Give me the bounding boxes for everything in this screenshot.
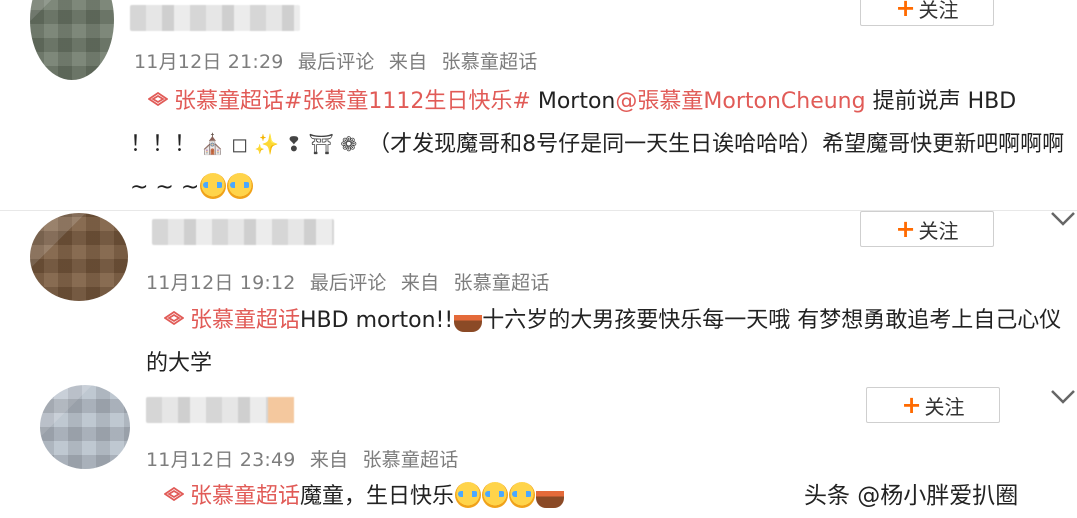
from-label: 来自 xyxy=(309,449,349,471)
follow-label: 关注 xyxy=(918,218,959,243)
plus-icon: + xyxy=(901,391,922,419)
crying-face-icon xyxy=(200,173,227,199)
source-link[interactable]: 张慕童超话 xyxy=(454,272,550,294)
super-topic-tag[interactable]: 张慕童超话#张慕童1112生日快乐# xyxy=(174,89,531,114)
avatar[interactable] xyxy=(30,213,128,301)
comment-time: 11月12日 21:29 xyxy=(134,51,284,73)
last-comment-label: 最后评论 xyxy=(297,51,375,73)
user-mention[interactable]: @張慕童MortonCheung xyxy=(615,89,865,114)
crying-face-icon xyxy=(227,173,254,199)
source-link[interactable]: 张慕童超话 xyxy=(362,449,458,471)
comment-1: + 关注 11月12日 21:29 最后评论 来自 张慕童超话 张慕童超话#张慕… xyxy=(0,0,1077,210)
comment-meta: 11月12日 23:49 来自 张慕童超话 xyxy=(146,445,458,472)
comment-time: 11月12日 23:49 xyxy=(146,449,296,471)
username-blurred[interactable] xyxy=(130,5,300,31)
comment-2: + 关注 11月12日 19:12 最后评论 来自 张慕童超话 张慕童超话HBD… xyxy=(0,211,1077,381)
avatar[interactable] xyxy=(30,0,114,80)
comment-text: 魔童，生日快乐 xyxy=(300,484,455,509)
comment-body: 张慕童超话魔童，生日快乐 xyxy=(146,475,846,518)
chevron-down-icon[interactable] xyxy=(1050,389,1076,405)
comment-time: 11月12日 19:12 xyxy=(146,272,296,294)
avatar[interactable] xyxy=(40,385,130,469)
username-blurred[interactable] xyxy=(146,397,294,423)
from-label: 来自 xyxy=(400,272,440,294)
cake-icon xyxy=(536,482,565,508)
follow-label: 关注 xyxy=(924,394,965,419)
follow-button[interactable]: + 关注 xyxy=(860,0,994,26)
cake-icon xyxy=(454,306,483,332)
plus-icon: + xyxy=(895,0,916,22)
follow-button[interactable]: + 关注 xyxy=(860,211,994,247)
username-blurred[interactable] xyxy=(152,219,334,245)
comment-text: HBD morton!! xyxy=(300,308,454,333)
comment-meta: 11月12日 21:29 最后评论 来自 张慕童超话 xyxy=(134,47,538,74)
super-topic-icon xyxy=(164,487,184,501)
crying-face-icon xyxy=(509,482,536,508)
super-topic-tag[interactable]: 张慕童超话 xyxy=(190,484,300,509)
comment-meta: 11月12日 19:12 最后评论 来自 张慕童超话 xyxy=(146,268,550,295)
super-topic-icon xyxy=(164,311,184,325)
comment-body: 张慕童超话#张慕童1112生日快乐# Morton@張慕童MortonCheun… xyxy=(130,80,1065,209)
crying-face-icon xyxy=(482,482,509,508)
plus-icon: + xyxy=(895,215,916,243)
comment-body: 张慕童超话HBD morton!! 十六岁的大男孩要快乐每一天哦 有梦想勇敢追考上… xyxy=(146,299,1066,385)
super-topic-icon xyxy=(148,92,168,106)
follow-label: 关注 xyxy=(918,0,959,22)
from-label: 来自 xyxy=(388,51,428,73)
source-link[interactable]: 张慕童超话 xyxy=(442,51,538,73)
super-topic-tag[interactable]: 张慕童超话 xyxy=(190,308,300,333)
watermark: 头条 @杨小胖爱扒圈 xyxy=(804,483,1019,509)
chevron-down-icon[interactable] xyxy=(1050,211,1076,227)
last-comment-label: 最后评论 xyxy=(309,272,387,294)
symbol-glyphs: ⛪ ◻ ✨ ❢ ⛩ ❁ xyxy=(200,132,358,156)
comment-text: Morton xyxy=(530,89,616,114)
crying-face-icon xyxy=(455,482,482,508)
follow-button[interactable]: + 关注 xyxy=(866,387,1000,423)
